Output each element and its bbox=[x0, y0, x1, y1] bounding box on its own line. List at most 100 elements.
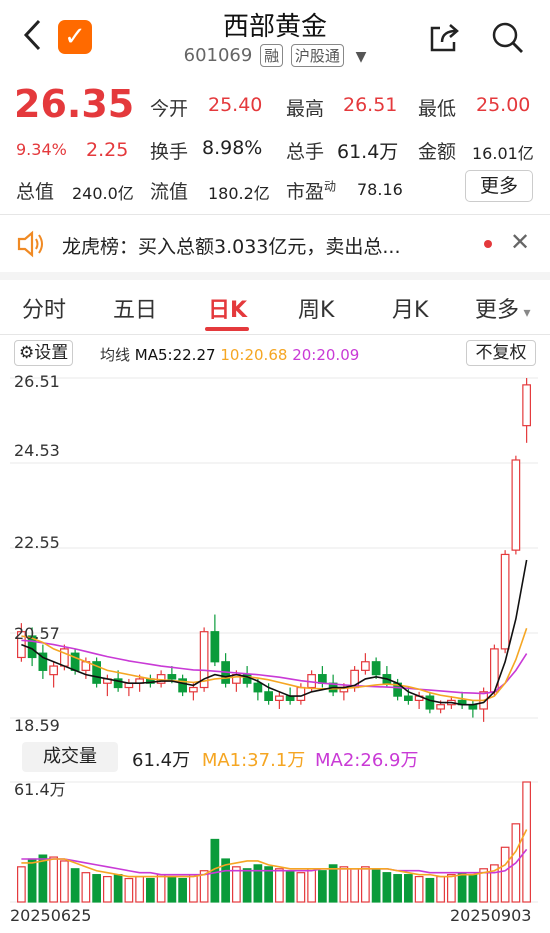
close-icon[interactable]: ✕ bbox=[510, 228, 530, 256]
volume-bar bbox=[167, 875, 177, 903]
candle-body bbox=[404, 695, 413, 701]
stock-name: 西部黄金 bbox=[222, 12, 327, 42]
chevron-down-icon[interactable]: ▼ bbox=[356, 49, 367, 65]
volume-bar bbox=[447, 874, 456, 903]
candle-body bbox=[425, 695, 435, 710]
last-price: 26.35 bbox=[14, 82, 135, 126]
candle-body bbox=[253, 682, 263, 693]
candle-body bbox=[318, 674, 327, 684]
volume-bar bbox=[361, 866, 370, 903]
volume-bar bbox=[382, 872, 392, 903]
section-gap bbox=[0, 272, 550, 280]
divider bbox=[0, 214, 550, 215]
search-icon[interactable] bbox=[490, 20, 526, 60]
change-pct: 9.34% bbox=[16, 140, 67, 159]
gear-icon: ⚙ bbox=[19, 343, 35, 363]
volume-bar bbox=[232, 866, 241, 903]
ma-legend: 均线 MA5:22.27 10:20.68 20:20.09 bbox=[100, 346, 360, 364]
low-label: 最低 bbox=[418, 98, 457, 120]
price-axis-label: 22.55 bbox=[14, 533, 60, 552]
hgt-tag: 沪股通 bbox=[290, 44, 344, 67]
tab-monthly-k[interactable]: 月K bbox=[392, 292, 428, 324]
more-quote-button[interactable]: 更多 bbox=[465, 170, 533, 202]
candle-body bbox=[49, 665, 58, 676]
price-axis-label: 24.53 bbox=[14, 441, 60, 460]
volume-bar bbox=[436, 875, 445, 903]
volume-bar bbox=[264, 866, 273, 903]
open-label: 今开 bbox=[150, 98, 189, 120]
candle-body bbox=[296, 686, 306, 701]
pe-value: 78.16 bbox=[357, 180, 403, 199]
volume-bar bbox=[49, 856, 58, 903]
volume-bar bbox=[414, 875, 424, 903]
tab-more[interactable]: 更多 ▾ bbox=[475, 292, 531, 324]
tab-intraday[interactable]: 分时 bbox=[22, 292, 66, 324]
turnover-label: 换手 bbox=[150, 141, 189, 163]
volume-bar bbox=[113, 874, 123, 903]
volume-bar bbox=[318, 870, 327, 903]
dragon-tiger-notice[interactable]: 龙虎榜：买入总额3.033亿元，卖出总... bbox=[62, 232, 401, 259]
volume-bar bbox=[307, 868, 316, 903]
share-icon[interactable] bbox=[426, 20, 462, 60]
price-axis-label: 20.57 bbox=[14, 624, 60, 643]
stock-code: 601069 bbox=[183, 45, 253, 66]
candle-body bbox=[436, 704, 445, 710]
volume-bar bbox=[17, 866, 26, 903]
volume-bar bbox=[242, 868, 252, 903]
active-tab-indicator bbox=[205, 327, 249, 331]
volume-chart[interactable] bbox=[10, 776, 538, 904]
change-amount: 2.25 bbox=[86, 139, 129, 161]
volume-label: 总手 bbox=[286, 141, 325, 163]
margin-tag: 融 bbox=[260, 44, 284, 67]
unread-dot bbox=[484, 240, 492, 248]
candle-body bbox=[500, 553, 510, 650]
volume-bar bbox=[275, 868, 284, 903]
volume-bar bbox=[350, 868, 359, 903]
volume-legend: 61.4万 MA1:37.1万 MA2:26.9万 bbox=[132, 750, 419, 771]
no-adjust-button[interactable]: 不复权 bbox=[466, 340, 536, 366]
high-label: 最高 bbox=[286, 98, 325, 120]
tab-daily-k[interactable]: 日K bbox=[208, 292, 247, 324]
tab-weekly-k[interactable]: 周K bbox=[298, 292, 334, 324]
pe-label: 市盈动 bbox=[286, 179, 337, 203]
volume-bar bbox=[285, 870, 295, 903]
kline-chart[interactable] bbox=[10, 368, 538, 738]
low-value: 25.00 bbox=[476, 94, 531, 116]
settings-button[interactable]: ⚙设置 bbox=[14, 340, 74, 366]
divider bbox=[0, 334, 550, 335]
amount-label: 金额 bbox=[418, 141, 457, 163]
volume-bar bbox=[156, 874, 166, 903]
volume-bar bbox=[60, 860, 69, 903]
volume-bar bbox=[339, 866, 349, 903]
candle-body bbox=[522, 384, 531, 427]
volume-bar bbox=[178, 877, 187, 903]
volume-bar bbox=[27, 858, 37, 903]
volume-bar bbox=[500, 846, 510, 903]
volume-indicator-button[interactable]: 成交量 bbox=[22, 742, 118, 772]
volume-bar bbox=[457, 872, 467, 903]
volume-bar bbox=[393, 874, 402, 903]
volume-bar bbox=[189, 874, 198, 903]
speaker-icon bbox=[16, 230, 46, 262]
tab-5day[interactable]: 五日 bbox=[113, 292, 157, 324]
volume-bar bbox=[425, 877, 435, 903]
volume-value: 61.4万 bbox=[337, 141, 399, 163]
mktcap-value: 240.0亿 bbox=[72, 184, 134, 203]
open-value: 25.40 bbox=[208, 94, 263, 116]
volume-bar bbox=[371, 868, 381, 903]
amount-value: 16.01亿 bbox=[472, 144, 534, 163]
price-axis-label: 18.59 bbox=[14, 716, 60, 735]
high-value: 26.51 bbox=[343, 94, 398, 116]
volume-bar bbox=[404, 874, 413, 903]
volume-bar bbox=[124, 877, 134, 903]
float-label: 流值 bbox=[150, 181, 189, 203]
candle-body bbox=[361, 661, 370, 671]
volume-bar bbox=[70, 868, 80, 903]
end-date: 20250903 bbox=[450, 906, 532, 925]
price-axis-label: 26.51 bbox=[14, 372, 60, 391]
candle-body bbox=[189, 686, 198, 693]
start-date: 20250625 bbox=[10, 906, 92, 925]
float-value: 180.2亿 bbox=[208, 184, 270, 203]
volume-bar bbox=[103, 875, 112, 903]
volume-bar bbox=[135, 875, 144, 903]
